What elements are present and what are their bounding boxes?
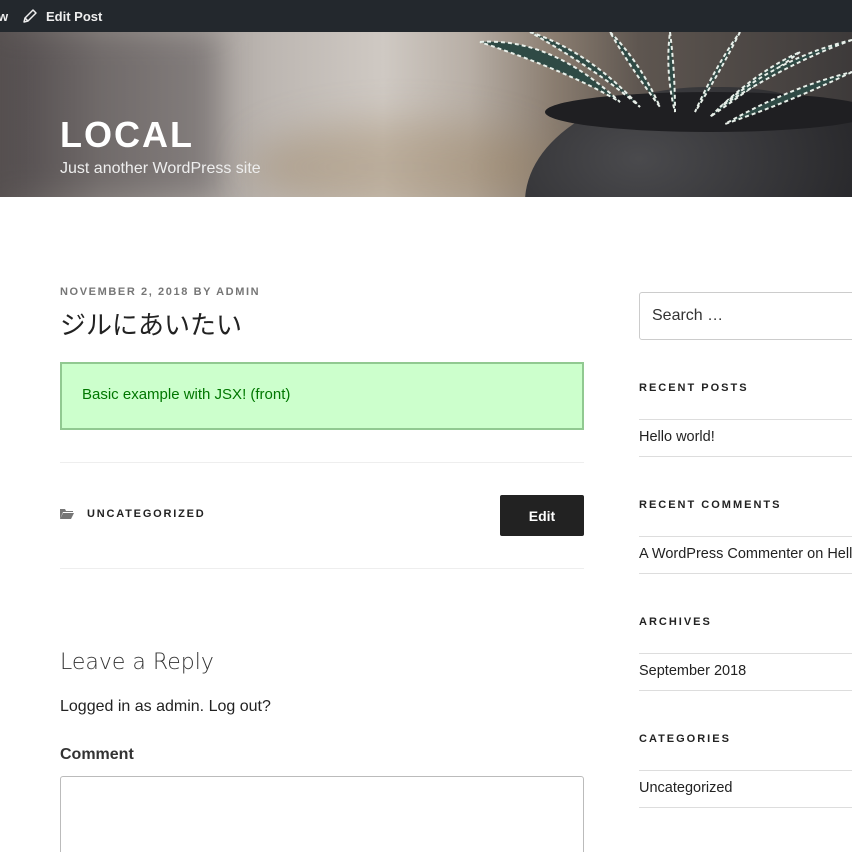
post-title: ジルにあいたい [60,311,243,341]
recent-comment-author-link[interactable]: A WordPress Commenter [639,546,803,562]
comment-textarea[interactable] [60,776,584,852]
log-out-link[interactable]: Log out? [209,698,271,715]
widget-divider [639,456,852,457]
categories-title: CATEGORIES [639,733,731,745]
meta-by-label: BY [193,286,212,298]
admin-bar: w Edit Post [0,0,852,32]
divider [60,462,584,463]
logged-in-as-link[interactable]: Logged in as admin. [60,698,204,715]
recent-post-link[interactable]: Hello world! [639,429,715,445]
leave-reply-title: Leave a Reply [60,650,214,675]
comment-label: Comment [60,746,134,763]
site-title[interactable]: LOCAL [60,114,194,156]
widget-divider [639,419,852,420]
widget-divider [639,690,852,691]
admin-bar-partial-item[interactable]: w [0,9,8,24]
divider [60,568,584,569]
entry-meta: NOVEMBER 2, 2018 BY ADMIN [60,286,260,298]
widget-divider [639,807,852,808]
folder-icon [60,509,74,519]
recent-comment-post-link[interactable]: Hell [827,546,852,562]
site-header: LOCAL Just another WordPress site [0,32,852,197]
widget-divider [639,573,852,574]
recent-posts-title: RECENT POSTS [639,382,749,394]
search-input[interactable] [639,292,852,340]
jsx-example-notice: Basic example with JSX! (front) [60,362,584,430]
pencil-icon [23,9,37,23]
recent-comment-on-label: on [807,546,824,562]
post-date-link[interactable]: NOVEMBER 2, 2018 [60,286,189,298]
edit-button[interactable]: Edit [500,495,584,536]
archive-link[interactable]: September 2018 [639,663,746,679]
recent-comment-item: A WordPress Commenter on Hell [639,546,852,562]
category-link[interactable]: Uncategorized [639,780,733,796]
post-author-link[interactable]: ADMIN [216,286,260,298]
site-description: Just another WordPress site [60,160,261,177]
recent-comments-title: RECENT COMMENTS [639,499,782,511]
archives-title: ARCHIVES [639,616,712,628]
logged-in-text: Logged in as admin. Log out? [60,698,271,716]
widget-divider [639,653,852,654]
widget-divider [639,770,852,771]
post-category-link[interactable]: UNCATEGORIZED [87,508,206,520]
edit-post-link[interactable]: Edit Post [22,0,102,32]
widget-divider [639,536,852,537]
succulent-plant-image [479,32,852,125]
edit-post-label: Edit Post [46,8,103,24]
